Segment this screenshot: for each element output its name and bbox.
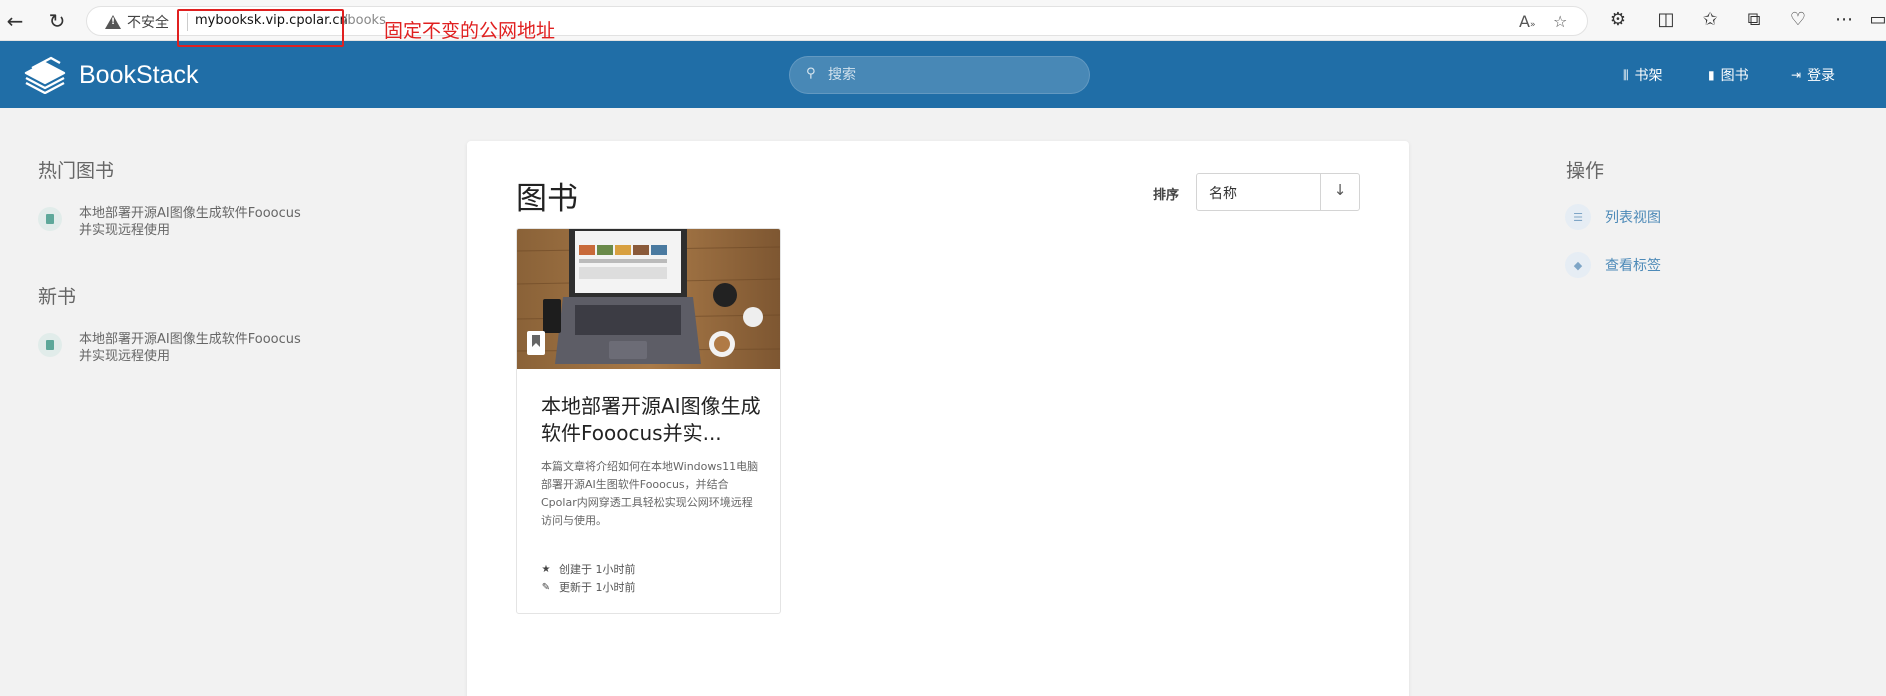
nav-books-link[interactable]: ▮ 图书 xyxy=(1708,65,1749,85)
books-icon: ▮ xyxy=(1708,68,1715,82)
list-view-icon: ☰ xyxy=(1565,204,1591,230)
bookstack-logo-icon[interactable] xyxy=(24,54,66,94)
list-view-action[interactable]: ☰ 列表视图 xyxy=(1565,204,1661,230)
url-path: /books xyxy=(343,13,386,28)
pencil-icon: ✎ xyxy=(541,581,551,593)
app-header: BookStack ⚲ ⫼ 书架 ▮ 图书 ⇥ 登录 xyxy=(0,41,1886,108)
refresh-icon[interactable]: ↻ xyxy=(44,8,70,34)
book-created-meta: ★ 创建于 1小时前 xyxy=(541,563,636,576)
book-card[interactable]: 本地部署开源AI图像生成软件Fooocus并实... 本篇文章将介绍如何在本地W… xyxy=(516,228,781,614)
popular-book-item[interactable]: 本地部署开源AI图像生成软件Fooocus 并实现远程使用 xyxy=(38,205,319,239)
sort-label: 排序 xyxy=(1153,188,1180,203)
book-icon xyxy=(38,207,62,231)
search-box[interactable]: ⚲ xyxy=(789,56,1090,94)
split-screen-icon[interactable]: ◫ xyxy=(1654,9,1678,30)
collections-icon[interactable]: ⧉ xyxy=(1742,9,1766,30)
page-title: 图书 xyxy=(516,181,578,217)
sort-dropdown[interactable]: 名称 ↓ xyxy=(1196,173,1360,211)
books-panel: 图书 排序 名称 ↓ 本地部署开源AI图像生成软件Fooocus并实... 本篇… xyxy=(467,141,1409,696)
app-logo-text[interactable]: BookStack xyxy=(79,61,199,90)
book-title[interactable]: 本地部署开源AI图像生成软件Fooocus并实... xyxy=(541,393,763,447)
search-input[interactable] xyxy=(828,65,1078,85)
shelves-icon: ⫼ xyxy=(1623,67,1629,82)
read-aloud-icon[interactable]: A» xyxy=(1519,12,1535,31)
new-books-heading: 新书 xyxy=(38,286,77,308)
login-icon: ⇥ xyxy=(1791,68,1802,82)
popular-books-heading: 热门图书 xyxy=(38,160,115,182)
browser-essentials-icon[interactable]: ♡ xyxy=(1786,9,1810,30)
star-icon: ★ xyxy=(541,563,551,575)
book-icon xyxy=(38,333,62,357)
book-updated-meta: ✎ 更新于 1小时前 xyxy=(541,581,636,594)
book-cover-image[interactable] xyxy=(517,229,781,369)
sort-value[interactable]: 名称 xyxy=(1209,183,1237,203)
book-description: 本篇文章将介绍如何在本地Windows11电脑 部署开源AI生图软件Fooocu… xyxy=(541,460,759,527)
security-indicator[interactable]: 不安全 xyxy=(105,12,169,32)
tag-icon: ◆ xyxy=(1565,252,1591,278)
search-icon: ⚲ xyxy=(806,66,816,81)
url-highlight-box xyxy=(177,9,344,47)
view-tags-action[interactable]: ◆ 查看标签 xyxy=(1565,252,1661,278)
back-icon[interactable]: ← xyxy=(2,8,28,34)
url-annotation: 固定不变的公网地址 xyxy=(384,20,556,42)
favorite-star-icon[interactable]: ☆ xyxy=(1553,12,1567,31)
sidebar-icon[interactable]: ▭ xyxy=(1866,9,1886,30)
more-menu-icon[interactable]: ⋯ xyxy=(1832,9,1856,30)
nav-shelves-link[interactable]: ⫼ 书架 xyxy=(1623,65,1663,85)
warning-icon xyxy=(105,15,121,29)
favorites-icon[interactable]: ✩ xyxy=(1698,9,1722,30)
new-book-item[interactable]: 本地部署开源AI图像生成软件Fooocus 并实现远程使用 xyxy=(38,331,319,365)
nav-login-link[interactable]: ⇥ 登录 xyxy=(1791,65,1835,85)
sort-direction-button[interactable]: ↓ xyxy=(1320,181,1360,199)
actions-heading: 操作 xyxy=(1566,160,1605,182)
extensions-icon[interactable]: ⚙ xyxy=(1606,9,1630,30)
